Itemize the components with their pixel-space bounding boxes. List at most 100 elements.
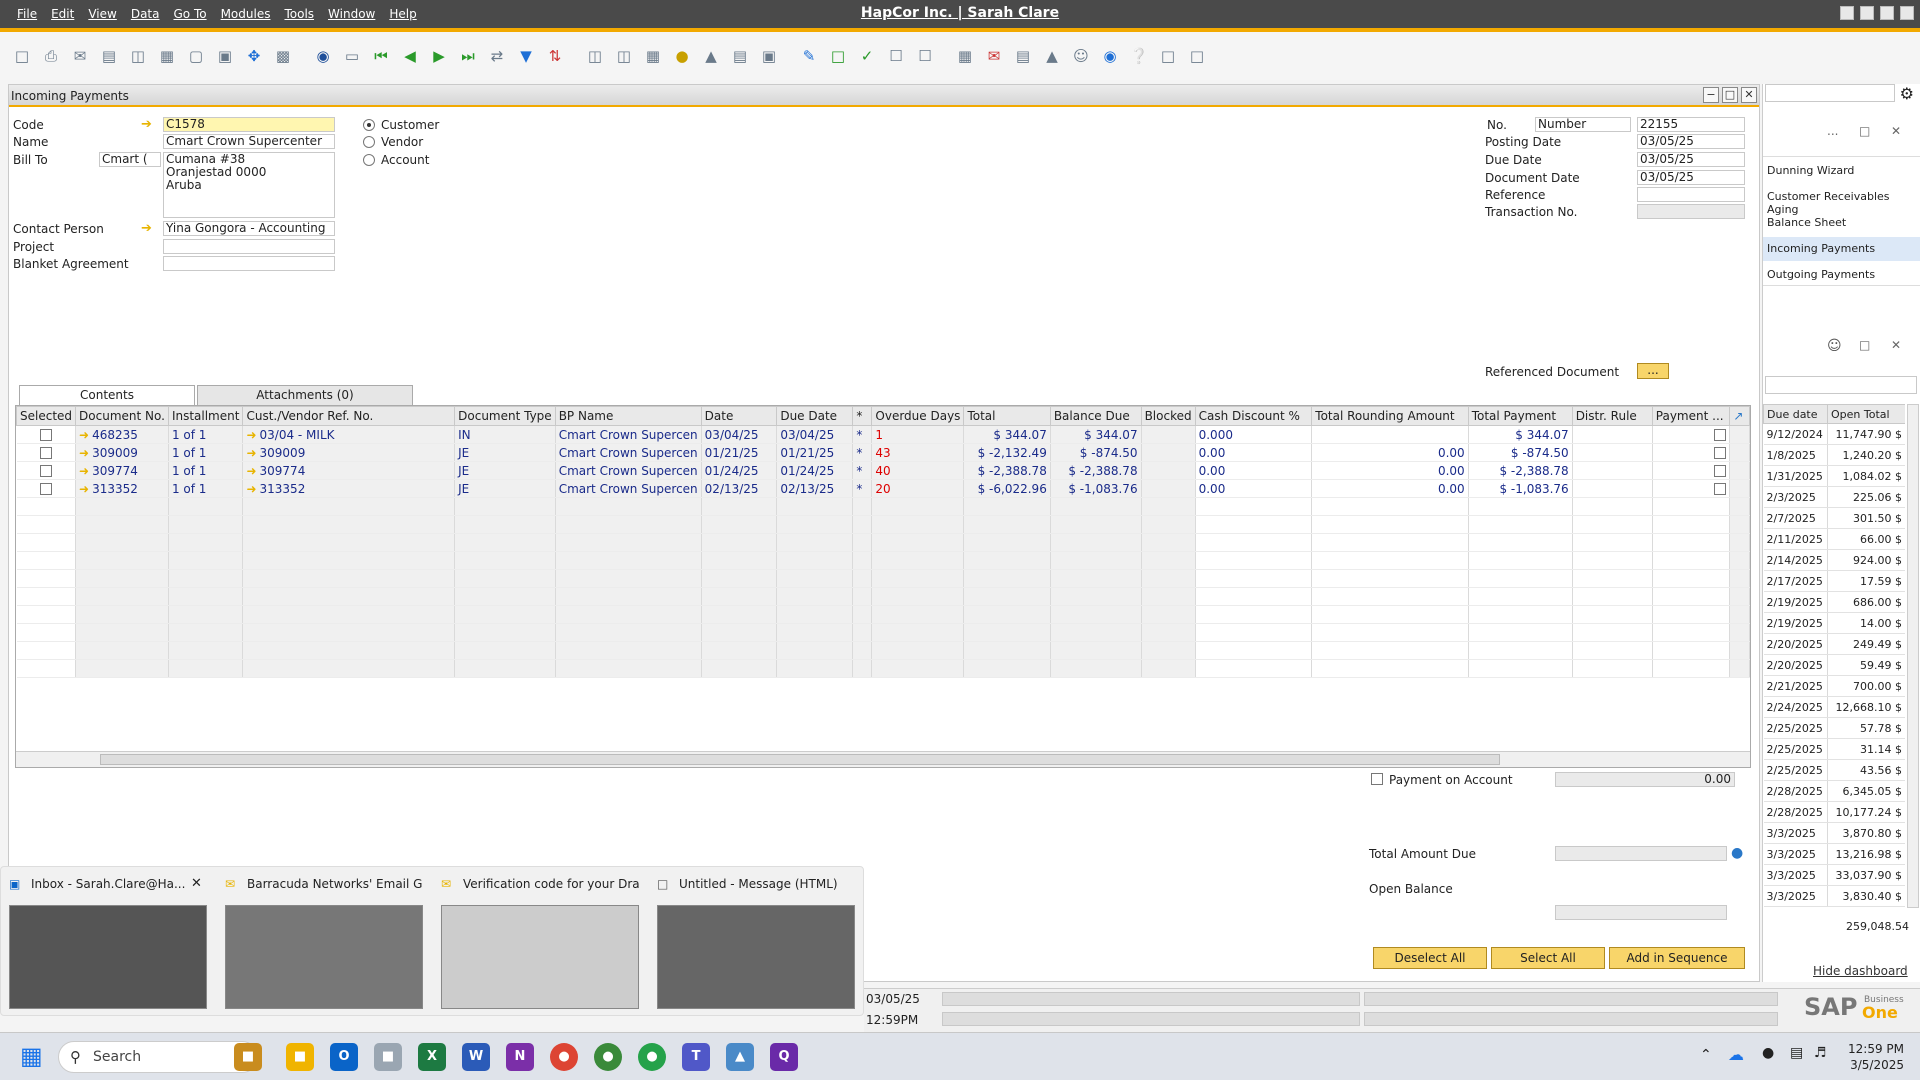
menu-window[interactable]: Window — [321, 7, 382, 21]
menu-tools[interactable]: Tools — [277, 7, 321, 21]
blanket-field[interactable] — [163, 256, 335, 271]
list-item[interactable]: 1/8/2025 1,240.20 $ — [1763, 444, 1905, 466]
scrollbar-thumb[interactable] — [100, 754, 1500, 765]
restore-icon[interactable] — [1840, 6, 1854, 20]
add-icon[interactable]: ▭ — [340, 44, 364, 68]
table-row[interactable] — [16, 497, 1750, 516]
link-arrow-icon[interactable]: ➜ — [246, 428, 256, 442]
export-icon[interactable]: ▤ — [97, 44, 121, 68]
column-header[interactable]: Blocked — [1140, 406, 1196, 426]
column-header[interactable]: Selected — [16, 406, 77, 426]
target-document-icon[interactable]: ◫ — [612, 44, 636, 68]
taskbar-clock[interactable]: 12:59 PM 3/5/2025 — [1848, 1041, 1904, 1073]
table-cell[interactable] — [16, 461, 77, 480]
menu-view[interactable]: View — [81, 7, 123, 21]
file-explorer-icon[interactable]: ■ — [286, 1043, 314, 1071]
link-arrow-icon[interactable]: ➜ — [246, 464, 256, 478]
outlook-icon[interactable]: O — [330, 1043, 358, 1071]
contact-field[interactable]: Yina Gongora - Accounting — [163, 221, 335, 236]
column-settings-icon[interactable]: ↗ — [1729, 406, 1750, 426]
excel-icon[interactable]: X — [418, 1043, 446, 1071]
column-header[interactable]: Installment — [167, 406, 244, 426]
widget-filter-select[interactable] — [1765, 376, 1917, 394]
table-cell[interactable] — [1652, 587, 1731, 606]
table-row[interactable] — [16, 515, 1750, 534]
row-select-checkbox[interactable] — [39, 429, 52, 441]
first-record-icon[interactable]: ⏮ — [369, 44, 393, 68]
sap-app-icon[interactable]: ■ — [374, 1043, 402, 1071]
table-row[interactable]: ➜ 309009 1 of 1 ➜ 309009 JE Cmart Crown Superc… — [16, 443, 1750, 462]
vendor-radio[interactable] — [363, 136, 375, 148]
approve-icon[interactable]: ✓ — [855, 44, 879, 68]
preview-message[interactable]: □ Untitled - Message (HTML) — [649, 867, 859, 1015]
table-cell[interactable] — [16, 425, 77, 444]
column-header[interactable]: Document No. — [75, 406, 169, 426]
list-item[interactable]: 9/12/2024 11,747.90 $ — [1763, 423, 1905, 445]
dashboard-scrollbar[interactable] — [1907, 404, 1919, 908]
word-icon[interactable]: W — [462, 1043, 490, 1071]
layout-icon[interactable]: □ — [1185, 44, 1209, 68]
column-header[interactable]: Date — [700, 406, 778, 426]
list-item[interactable]: 2/11/2025 66.00 $ — [1763, 528, 1905, 550]
find-icon[interactable]: ◉ — [311, 44, 335, 68]
app-icon[interactable]: Q — [770, 1043, 798, 1071]
more-icon[interactable]: ... — [1827, 124, 1838, 138]
web-icon[interactable]: ◉ — [1098, 44, 1122, 68]
table-row[interactable] — [16, 587, 1750, 606]
name-field[interactable]: Cmart Crown Supercenter — [163, 134, 335, 149]
link-arrow-icon[interactable]: ➜ — [79, 482, 89, 496]
column-header[interactable]: Payment ... — [1651, 406, 1731, 426]
settings-icon[interactable]: □ — [1156, 44, 1180, 68]
refresh-icon[interactable]: ⇄ — [485, 44, 509, 68]
payment-checkbox[interactable] — [1714, 429, 1727, 441]
payment-checkbox[interactable] — [1714, 447, 1727, 459]
word-icon[interactable]: ▢ — [184, 44, 208, 68]
table-row[interactable] — [16, 641, 1750, 660]
list-item[interactable]: 3/3/2025 3,830.40 $ — [1763, 885, 1905, 907]
customer-radio[interactable] — [363, 119, 375, 131]
select-all-button[interactable]: Select All — [1491, 947, 1605, 969]
user-icon[interactable]: ☺ — [1069, 44, 1093, 68]
mail-icon[interactable]: ✉ — [982, 44, 1006, 68]
table-row[interactable] — [16, 623, 1750, 642]
col-open-total[interactable]: Open Total — [1827, 404, 1905, 424]
doc-number-field[interactable]: 22155 — [1637, 117, 1745, 132]
gear-icon[interactable]: ⚙ — [1900, 84, 1914, 103]
reference-field[interactable] — [1637, 187, 1745, 202]
column-header[interactable]: Due Date — [776, 406, 854, 426]
table-row[interactable]: ➜ 313352 1 of 1 ➜ 313352 JE Cmart Crown Superc… — [16, 479, 1750, 498]
hide-dashboard-link[interactable]: Hide dashboard — [1813, 964, 1908, 978]
tab-contents[interactable]: Contents — [19, 385, 195, 406]
microphone-icon[interactable]: ● — [1762, 1045, 1774, 1061]
bill-to-select[interactable]: Cmart ( — [99, 152, 161, 167]
col-due-date[interactable]: Due date — [1763, 404, 1828, 424]
list-item[interactable]: 2/28/2025 6,345.05 $ — [1763, 780, 1905, 802]
menu-help[interactable]: Help — [382, 7, 423, 21]
link-dunning-wizard[interactable]: Dunning Wizard — [1767, 164, 1854, 177]
link-arrow-icon[interactable]: ➜ — [246, 446, 256, 460]
menu-file[interactable]: File — [10, 7, 44, 21]
base-document-icon[interactable]: ◫ — [583, 44, 607, 68]
column-header[interactable]: Total Payment — [1467, 406, 1573, 426]
link-arrow-icon[interactable]: ➔ — [141, 118, 152, 131]
form-close-icon[interactable]: ✕ — [1741, 87, 1757, 103]
list-item[interactable]: 2/7/2025 301.50 $ — [1763, 507, 1905, 529]
list-item[interactable]: 2/17/2025 17.59 $ — [1763, 570, 1905, 592]
table-cell[interactable] — [1652, 443, 1731, 462]
journal-icon[interactable]: ▤ — [728, 44, 752, 68]
due-date-field[interactable]: 03/05/25 — [1637, 152, 1745, 167]
column-header[interactable]: Document Type — [454, 406, 556, 426]
table-cell[interactable] — [16, 659, 77, 678]
preview-close-icon[interactable]: ✕ — [191, 876, 202, 891]
save-icon[interactable]: ◫ — [126, 44, 150, 68]
list-item[interactable]: 3/3/2025 13,216.98 $ — [1763, 843, 1905, 865]
add-in-sequence-button[interactable]: Add in Sequence — [1609, 947, 1745, 969]
table-cell[interactable] — [1652, 461, 1731, 480]
help-icon[interactable]: ❔ — [1127, 44, 1151, 68]
table-cell[interactable] — [1652, 641, 1731, 660]
list-item[interactable]: 1/31/2025 1,084.02 $ — [1763, 465, 1905, 487]
payment-checkbox[interactable] — [1714, 483, 1727, 495]
relationship-map-icon[interactable]: ▦ — [641, 44, 665, 68]
referenced-document-button[interactable]: ... — [1637, 363, 1669, 379]
list-item[interactable]: 2/25/2025 43.56 $ — [1763, 759, 1905, 781]
